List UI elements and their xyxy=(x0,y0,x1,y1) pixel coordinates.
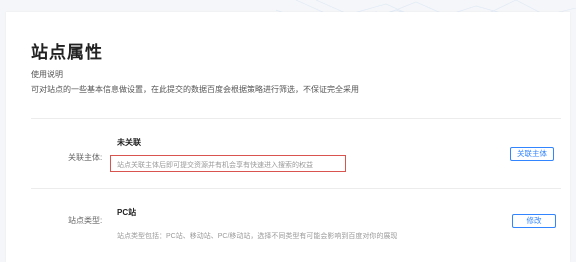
usage-description: 可对站点的一些基本信息做设置，在此提交的数据百度会根据策略进行筛选，不保证完全采… xyxy=(31,85,359,94)
page-title: 站点属性 xyxy=(31,43,103,62)
associated-entity-value: 未关联 xyxy=(117,138,141,147)
associated-entity-hint-box: 站点关联主体后即可提交资源并有机会享有快速进入搜索的权益 xyxy=(110,155,346,172)
associated-entity-hint: 站点关联主体后即可提交资源并有机会享有快速进入搜索的权益 xyxy=(117,162,313,169)
edit-site-type-button[interactable]: 修改 xyxy=(512,214,556,228)
divider xyxy=(31,118,561,119)
site-type-hint: 站点类型包括：PC站、移动站、PC/移动站，选择不同类型有可能会影响到百度对你的… xyxy=(117,233,398,240)
associated-entity-label: 关联主体: xyxy=(68,153,103,162)
usage-label: 使用说明 xyxy=(31,70,63,79)
site-type-label: 站点类型: xyxy=(68,216,103,225)
associate-entity-button[interactable]: 关联主体 xyxy=(510,147,554,161)
divider xyxy=(31,188,561,189)
site-type-value: PC站 xyxy=(117,208,137,217)
